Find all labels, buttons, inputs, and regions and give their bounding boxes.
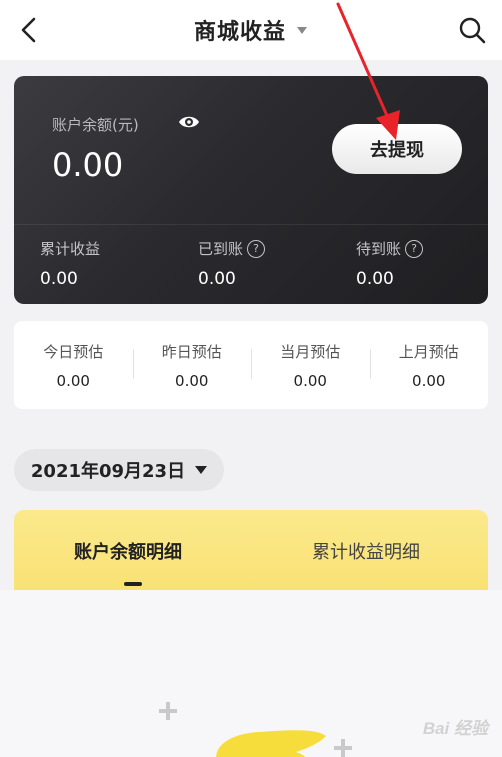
stat-value: 0.00 xyxy=(356,269,394,289)
estimate-this-month: 当月预估 0.00 xyxy=(251,335,370,395)
balance-label: 账户余额(元) xyxy=(52,116,139,134)
stat-pending: 待到账 ? 0.00 xyxy=(356,238,424,289)
balance-amount: 0.00 xyxy=(52,146,124,184)
stat-value: 0.00 xyxy=(198,269,236,289)
estimate-label: 今日预估 xyxy=(43,342,104,361)
balance-card: 账户余额(元) 0.00 去提现 累计收益 0.00 已到账 ? 0.00 待到… xyxy=(14,76,488,304)
estimate-value: 0.00 xyxy=(56,371,90,390)
caret-down-icon xyxy=(195,466,208,474)
estimate-label: 昨日预估 xyxy=(161,342,222,361)
active-tab-indicator xyxy=(124,582,142,586)
stat-label: 待到账 xyxy=(356,240,402,258)
help-icon[interactable]: ? xyxy=(247,239,266,258)
help-icon[interactable]: ? xyxy=(405,239,424,258)
eye-icon[interactable] xyxy=(178,114,200,130)
date-selector[interactable]: 2021年09月23日 xyxy=(14,449,224,491)
estimate-today: 今日预估 0.00 xyxy=(14,335,133,395)
empty-state-illustration xyxy=(216,730,326,757)
page-title: 商城收益 xyxy=(193,20,286,45)
tab-earnings-detail[interactable]: 累计收益明细 xyxy=(312,538,420,564)
caret-down-icon xyxy=(297,27,307,34)
stat-label: 累计收益 xyxy=(40,240,101,258)
watermark: Bai 经验 xyxy=(422,719,488,738)
plus-decoration-icon xyxy=(334,739,352,757)
estimate-last-month: 上月预估 0.00 xyxy=(369,335,489,395)
stat-received: 已到账 ? 0.00 xyxy=(198,238,266,289)
estimate-card: 今日预估 0.00 昨日预估 0.00 当月预估 0.00 上月预估 0.00 xyxy=(14,321,488,409)
tab-balance-detail[interactable]: 账户余额明细 xyxy=(74,538,182,564)
search-icon[interactable] xyxy=(456,14,488,46)
estimate-yesterday: 昨日预估 0.00 xyxy=(132,335,252,395)
annotation-arrow-icon xyxy=(336,2,400,140)
page-title-dropdown[interactable]: 商城收益 xyxy=(0,14,502,46)
estimate-value: 0.00 xyxy=(175,371,209,390)
stat-value: 0.00 xyxy=(40,269,78,289)
divider xyxy=(14,224,488,225)
top-bar: 商城收益 xyxy=(0,0,502,60)
date-value: 2021年09月23日 xyxy=(30,461,186,482)
estimate-value: 0.00 xyxy=(412,371,446,390)
stat-total-earnings: 累计收益 0.00 xyxy=(40,238,100,289)
plus-decoration-icon xyxy=(159,702,177,720)
estimate-label: 当月预估 xyxy=(280,342,341,361)
detail-tabs: 账户余额明细 累计收益明细 xyxy=(14,510,488,590)
estimate-value: 0.00 xyxy=(293,371,327,390)
estimate-label: 上月预估 xyxy=(398,342,459,361)
stat-label: 已到账 xyxy=(198,240,244,258)
